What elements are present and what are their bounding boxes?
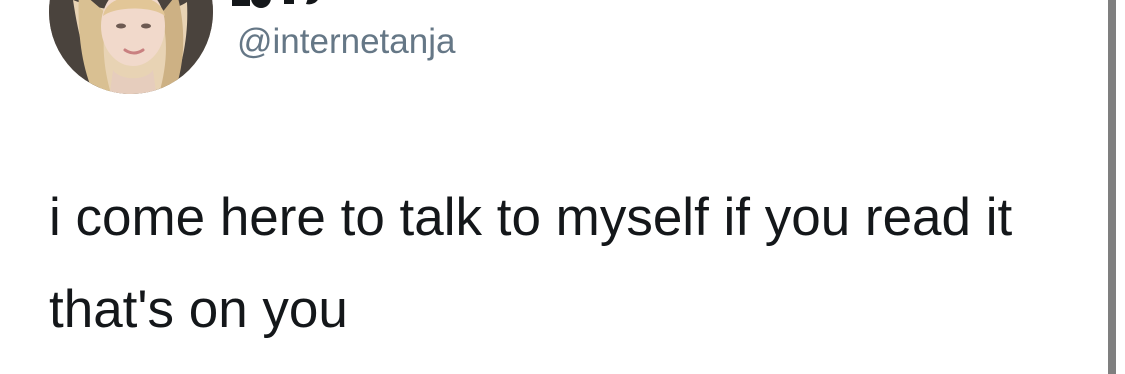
edge-divider — [1108, 0, 1116, 374]
author-handle[interactable]: @internetanja — [237, 18, 455, 66]
display-name-fragment — [232, 0, 318, 8]
author-avatar[interactable] — [49, 0, 213, 94]
window-right-edge — [1108, 0, 1125, 374]
tweet-card: @internetanja i come here to talk to mys… — [0, 0, 1108, 374]
tweet-text: i come here to talk to myself if you rea… — [49, 188, 1013, 339]
avatar-photo-icon — [49, 0, 213, 94]
